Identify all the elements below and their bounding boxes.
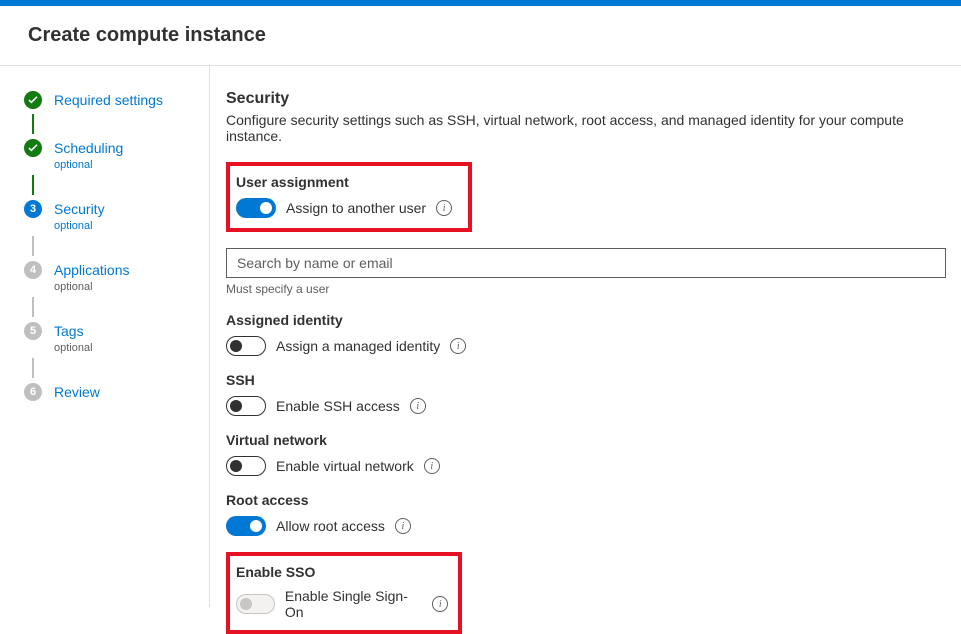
step-connector [32,297,34,317]
step-sublabel: optional [54,281,130,293]
step-security[interactable]: 3 Security optional [24,199,199,232]
step-review[interactable]: 6 Review [24,382,199,402]
step-number-icon: 4 [24,261,42,279]
step-label: Tags [54,321,93,341]
step-sublabel: optional [54,342,93,354]
page-title: Create compute instance [0,6,961,66]
toggle-label: Assign to another user [286,200,426,216]
step-sublabel: optional [54,220,105,232]
user-search-input[interactable] [226,248,946,278]
step-required-settings[interactable]: Required settings [24,90,199,110]
field-heading: Enable SSO [236,564,448,580]
info-icon[interactable]: i [436,200,452,216]
step-number-icon: 5 [24,322,42,340]
step-label: Security [54,199,105,219]
check-icon [24,139,42,157]
root-access-toggle[interactable] [226,516,266,536]
info-icon[interactable]: i [432,596,448,612]
assign-user-toggle[interactable] [236,198,276,218]
enable-sso-highlight: Enable SSO Enable Single Sign-On i [226,552,462,634]
sso-toggle [236,594,275,614]
ssh-toggle[interactable] [226,396,266,416]
input-hint: Must specify a user [226,282,961,296]
toggle-label: Enable SSH access [276,398,400,414]
step-connector [32,175,34,195]
section-heading: Security [226,90,961,108]
vnet-toggle[interactable] [226,456,266,476]
step-scheduling[interactable]: Scheduling optional [24,138,199,171]
step-label: Applications [54,260,130,280]
check-icon [24,91,42,109]
toggle-label: Enable Single Sign-On [285,588,423,620]
field-heading: Virtual network [226,432,961,448]
toggle-label: Assign a managed identity [276,338,440,354]
field-heading: Assigned identity [226,312,961,328]
user-assignment-highlight: User assignment Assign to another user i [226,162,472,232]
step-tags[interactable]: 5 Tags optional [24,321,199,354]
step-label: Required settings [54,90,163,110]
info-icon[interactable]: i [450,338,466,354]
step-label: Review [54,382,100,402]
field-heading: SSH [226,372,961,388]
toggle-label: Allow root access [276,518,385,534]
step-number-icon: 3 [24,200,42,218]
info-icon[interactable]: i [410,398,426,414]
step-number-icon: 6 [24,383,42,401]
step-connector [32,236,34,256]
step-connector [32,114,34,134]
wizard-steps-sidebar: Required settings Scheduling optional 3 … [0,66,210,607]
managed-identity-toggle[interactable] [226,336,266,356]
section-description: Configure security settings such as SSH,… [226,112,961,144]
step-sublabel: optional [54,159,123,171]
step-label: Scheduling [54,138,123,158]
main-content: Security Configure security settings suc… [210,66,961,607]
field-heading: Root access [226,492,961,508]
info-icon[interactable]: i [424,458,440,474]
info-icon[interactable]: i [395,518,411,534]
field-heading: User assignment [236,174,458,190]
toggle-label: Enable virtual network [276,458,414,474]
step-applications[interactable]: 4 Applications optional [24,260,199,293]
step-connector [32,358,34,378]
